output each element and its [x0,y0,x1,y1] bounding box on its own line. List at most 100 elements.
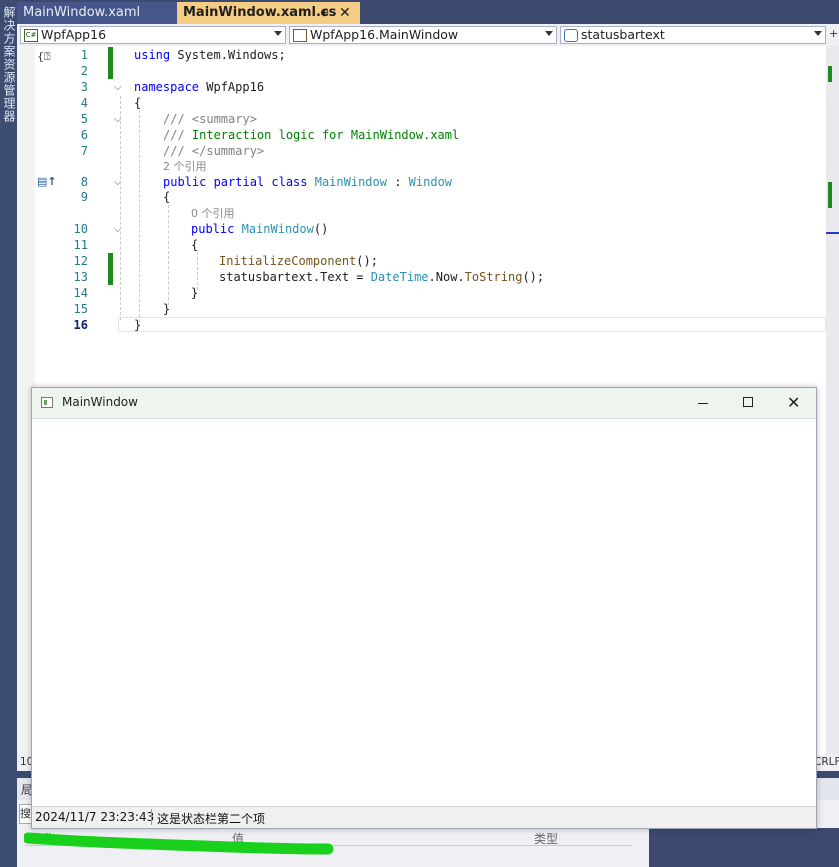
comment-prefix: /// [163,128,192,142]
method-call: InitializeComponent [219,254,357,268]
minimize-icon [698,403,708,404]
collapse-icon[interactable]: ⌵ [114,82,122,93]
status-item-time: 2024/11/7 23:23:43 [35,810,155,824]
indent-guide [168,205,169,305]
window-titlebar[interactable]: MainWindow ✕ [32,388,816,418]
code-line-5[interactable]: /// <summary> [163,112,257,126]
quick-actions-icon[interactable]: {⍰ [37,50,51,64]
class-dropdown[interactable]: WpfApp16.MainWindow [289,26,557,44]
line-number: 11 [73,238,88,252]
code-line-16[interactable]: } [134,318,141,332]
panel-side-area [649,828,839,867]
navigation-bar: C# WpfApp16 WpfApp16.MainWindow statusba… [17,24,839,47]
code-text: () [313,222,329,236]
member-dropdown-label: statusbartext [581,27,665,42]
code-line-4[interactable]: { [134,96,141,110]
code-line-11[interactable]: { [191,238,198,252]
line-number: 10 [73,222,88,236]
line-number: 2 [80,64,88,78]
member-dropdown[interactable]: statusbartext [560,26,826,44]
solution-explorer-label: 解决方案资源管理器 [2,6,16,123]
code-line-9[interactable]: { [163,190,170,204]
code-line-15[interactable]: } [163,302,170,316]
tab-mainwindow-xaml[interactable]: MainWindow.xaml [17,2,177,24]
change-marker [108,253,113,285]
outline-guide [120,96,121,320]
line-number: 14 [73,286,88,300]
chevron-down-icon [545,31,553,36]
line-number: 1 [80,48,88,62]
maximize-button[interactable] [725,388,771,418]
line-number: 8 [80,175,88,189]
keyword: public [191,222,235,236]
comment-text: Interaction logic for MainWindow.xaml [191,128,460,142]
code-text: : [386,175,409,189]
method-call: ToString [464,270,523,284]
indent-guide [139,110,140,322]
split-editor-icon[interactable]: + [829,27,838,41]
status-bar: 2024/11/7 23:23:43 这是状态栏第二个项 [32,806,816,828]
code-text: (); [356,254,378,268]
method-name: MainWindow [241,222,314,236]
field-icon [564,29,578,42]
code-line-1[interactable]: using System.Windows; [134,48,286,62]
status-separator [151,809,152,825]
minimize-button[interactable] [680,388,726,418]
tab-label: MainWindow.xaml [23,5,141,20]
line-number: 13 [73,270,88,284]
solution-explorer-strip[interactable]: 解决方案资源管理器 [0,0,17,867]
keyword: namespace [134,80,200,94]
line-number: 7 [80,144,88,158]
indent-guide [197,252,198,290]
current-line-highlight [118,317,826,332]
csharp-project-icon: C# [24,29,38,42]
code-line-3[interactable]: namespace WpfApp16 [134,80,264,94]
code-line-14[interactable]: } [191,286,198,300]
chevron-down-icon [274,31,282,36]
code-text: statusbartext.Text = [219,270,371,284]
line-number: 4 [80,96,88,110]
line-number: 3 [80,80,88,94]
line-number: 6 [80,128,88,142]
close-button[interactable]: ✕ [771,388,817,418]
line-number: 9 [80,190,88,204]
class-icon [293,29,307,42]
inheritance-margin-icon[interactable]: ▤↑ [37,175,57,188]
code-line-13[interactable]: statusbartext.Text = DateTime.Now.ToStri… [219,270,544,284]
line-number: 15 [73,302,88,316]
project-dropdown-label: WpfApp16 [41,27,107,42]
code-line-6[interactable]: /// Interaction logic for MainWindow.xam… [163,128,459,142]
main-window[interactable]: MainWindow ✕ 2024/11/7 23:23:43 这是状态栏第二个… [31,387,817,829]
type-name: MainWindow [314,175,387,189]
scrollbar-change-marker [828,66,832,82]
pin-icon[interactable]: ⊕ [320,2,329,24]
codelens-references[interactable]: 2 个引用 [163,158,207,174]
class-dropdown-label: WpfApp16.MainWindow [310,27,459,42]
line-number: 5 [80,112,88,126]
editor-scrollbar[interactable] [826,46,839,756]
code-text: (); [522,270,545,284]
codelens-references[interactable]: 0 个引用 [191,205,235,221]
code-line-8[interactable]: public partial class MainWindow : Window [163,175,452,189]
window-app-icon [41,397,53,408]
search-label: 搜 [20,807,31,820]
line-ending[interactable]: CRLF [814,756,839,768]
close-icon: ✕ [787,393,801,412]
tab-mainwindow-xaml-cs[interactable]: MainWindow.xaml.cs ⊕ ✕ [177,2,360,24]
close-tab-icon[interactable]: ✕ [339,2,351,24]
keyword: using [134,48,171,62]
code-line-12[interactable]: InitializeComponent(); [219,254,378,268]
code-line-7[interactable]: /// </summary> [163,144,264,158]
code-line-10[interactable]: public MainWindow() [191,222,328,236]
column-header-type[interactable]: 类型 [534,830,558,847]
scrollbar-caret-marker [826,232,839,234]
window-title: MainWindow [62,395,138,409]
status-item-second: 这是状态栏第二个项 [157,812,266,826]
tab-label: MainWindow.xaml.cs [183,5,337,20]
highlighter-annotation [24,832,334,855]
keyword: public partial class [163,175,308,189]
chevron-down-icon [814,31,822,36]
type-name: DateTime [370,270,429,284]
project-dropdown[interactable]: C# WpfApp16 [20,26,286,44]
code-text: WpfApp16 [199,80,265,94]
